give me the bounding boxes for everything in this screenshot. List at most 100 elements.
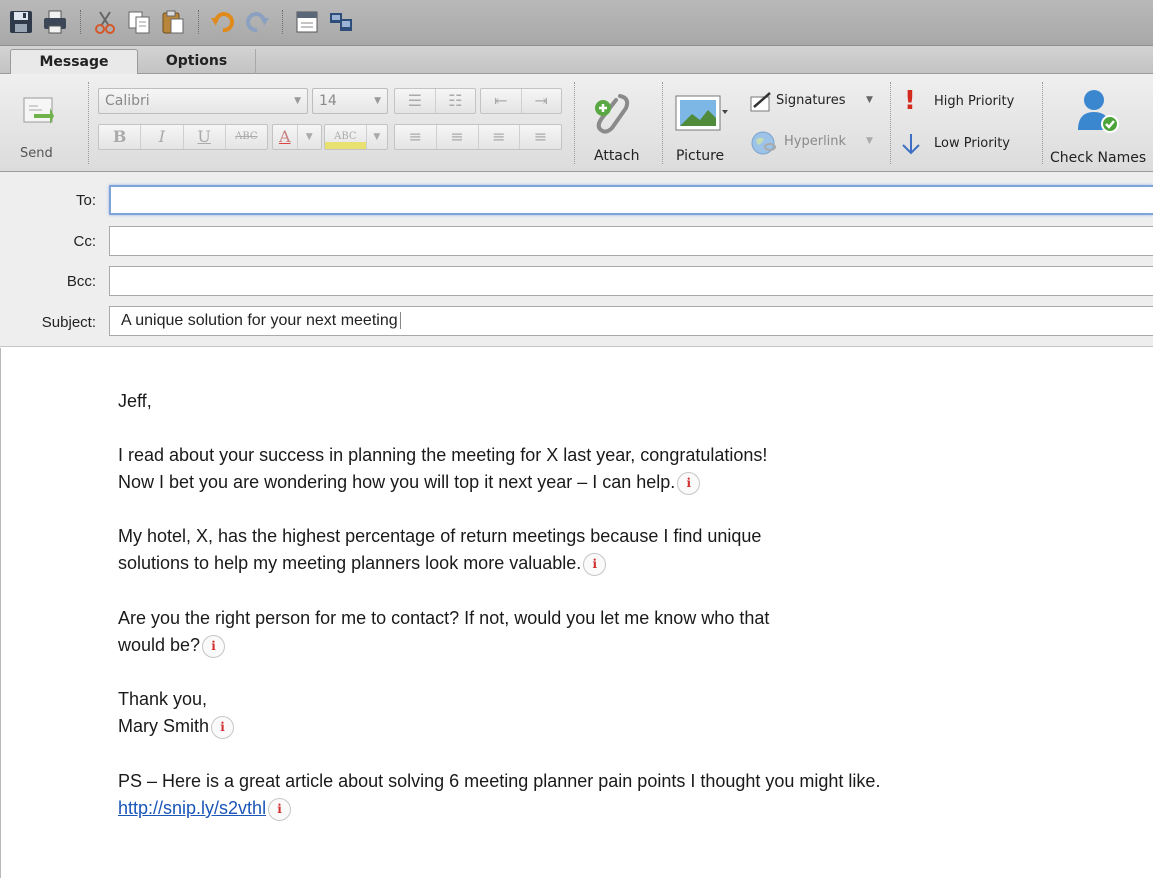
high-priority-label: High Priority xyxy=(934,94,1015,109)
paragraph-3: Are you the right person for me to conta… xyxy=(118,605,769,659)
paragraph-1-line-2: Now I bet you are wondering how you will… xyxy=(118,472,676,492)
picture-button[interactable]: Picture xyxy=(668,84,740,168)
to-label: To: xyxy=(75,192,96,209)
text-caret xyxy=(399,312,401,330)
postscript: PS – Here is a great article about solvi… xyxy=(118,768,880,822)
signature-name: Mary Smith xyxy=(118,716,210,736)
justify-icon[interactable]: ≡ xyxy=(520,125,561,149)
paragraph-3-line-2: would be? xyxy=(118,635,201,655)
paragraph-2: My hotel, X, has the highest percentage … xyxy=(118,523,761,577)
paragraph-2-line-1: My hotel, X, has the highest percentage … xyxy=(118,526,762,546)
tab-options[interactable]: Options xyxy=(138,49,256,75)
message-header: To: Cc: Bcc: Subject: A unique solution … xyxy=(0,172,1153,347)
info-icon[interactable]: i xyxy=(583,552,607,576)
picture-icon xyxy=(675,95,728,131)
ribbon: Send Calibri ▼ 14 ▼ ☰ ☷ ⇤ ⇥ B I U ABC A … xyxy=(0,74,1153,172)
low-priority-label: Low Priority xyxy=(934,136,1011,151)
greeting: Jeff, xyxy=(118,391,152,411)
chevron-down-icon: ▼ xyxy=(294,96,301,106)
underline-icon[interactable]: U xyxy=(184,125,226,149)
bullet-list-icon[interactable]: ☰ xyxy=(395,89,436,113)
increase-indent-icon[interactable]: ⇥ xyxy=(522,89,562,113)
address-book-icon[interactable] xyxy=(328,9,354,35)
font-name-select[interactable]: Calibri ▼ xyxy=(98,88,308,114)
paragraph-1: I read about your success in planning th… xyxy=(118,442,767,496)
sign-off: Thank you, Mary Smith i xyxy=(118,686,235,740)
globe-icon xyxy=(751,131,776,155)
to-field[interactable] xyxy=(109,185,1153,215)
redo-icon[interactable] xyxy=(244,9,270,35)
paste-icon[interactable] xyxy=(160,9,186,35)
font-size-select[interactable]: 14 ▼ xyxy=(312,88,388,114)
picture-label: Picture xyxy=(676,148,725,164)
send-button[interactable]: Send xyxy=(12,86,72,166)
chevron-down-icon: ▼ xyxy=(866,95,873,105)
high-priority-button[interactable]: ! High Priority xyxy=(898,86,1034,118)
font-size-value: 14 xyxy=(319,93,337,109)
subject-value: A unique solution for your next meeting xyxy=(121,312,398,329)
cc-field[interactable] xyxy=(109,226,1153,256)
subject-label: Subject: xyxy=(41,314,96,331)
copy-icon[interactable] xyxy=(126,9,152,35)
signatures-button[interactable]: Signatures ▼ xyxy=(750,90,880,118)
align-center-icon[interactable]: ≡ xyxy=(437,125,479,149)
calendar-icon[interactable] xyxy=(294,9,320,35)
send-icon xyxy=(23,97,54,124)
decrease-indent-icon[interactable]: ⇤ xyxy=(481,89,522,113)
quick-access-toolbar xyxy=(0,0,1153,46)
article-link[interactable]: http://snip.ly/s2vthl xyxy=(118,798,266,818)
message-body[interactable]: Jeff, I read about your success in plann… xyxy=(0,348,1153,878)
font-color-icon: A xyxy=(273,125,298,149)
low-priority-button[interactable]: Low Priority xyxy=(898,130,1034,160)
chevron-down-icon: ▼ xyxy=(305,132,313,142)
undo-icon[interactable] xyxy=(210,9,236,35)
signature-pen-icon xyxy=(750,92,771,112)
person-check-icon xyxy=(1078,90,1119,133)
postscript-text: PS – Here is a great article about solvi… xyxy=(118,771,881,791)
font-name-value: Calibri xyxy=(105,93,150,109)
bold-icon[interactable]: B xyxy=(99,125,142,149)
paragraph-3-line-1: Are you the right person for me to conta… xyxy=(118,608,770,628)
alignment-buttons: ≡ ≡ ≡ ≡ xyxy=(394,124,562,150)
check-names-label: Check Names xyxy=(1050,150,1147,166)
attach-label: Attach xyxy=(594,148,640,164)
cut-icon[interactable] xyxy=(92,9,118,35)
bcc-label: Bcc: xyxy=(66,273,96,290)
paragraph-2-line-2: solutions to help my meeting planners lo… xyxy=(118,553,582,573)
tab-message[interactable]: Message xyxy=(10,49,138,75)
attach-button[interactable]: Attach xyxy=(582,84,652,168)
highlight-button[interactable]: ABC ▼ xyxy=(324,124,388,150)
bcc-field[interactable] xyxy=(109,266,1153,296)
italic-icon[interactable]: I xyxy=(141,125,184,149)
save-icon[interactable] xyxy=(8,9,34,35)
paperclip-icon xyxy=(595,94,630,134)
check-names-button[interactable]: Check Names xyxy=(1046,84,1153,168)
info-icon[interactable]: i xyxy=(268,797,292,821)
send-label: Send xyxy=(20,146,53,161)
strikethrough-icon[interactable]: ABC xyxy=(226,125,267,149)
subject-field[interactable]: A unique solution for your next meeting xyxy=(109,306,1153,336)
align-right-icon[interactable]: ≡ xyxy=(479,125,521,149)
info-icon[interactable]: i xyxy=(211,715,235,739)
list-buttons: ☰ ☷ xyxy=(394,88,476,114)
highlight-icon: ABC xyxy=(325,125,367,149)
closing-line: Thank you, xyxy=(118,689,208,709)
ribbon-tab-bar: Message Options xyxy=(0,46,1153,75)
align-left-icon[interactable]: ≡ xyxy=(395,125,437,149)
numbered-list-icon[interactable]: ☷ xyxy=(436,89,476,113)
indent-buttons: ⇤ ⇥ xyxy=(480,88,562,114)
hyperlink-button[interactable]: Hyperlink ▼ xyxy=(750,130,880,158)
hyperlink-label: Hyperlink xyxy=(784,134,847,149)
info-icon[interactable]: i xyxy=(677,471,701,495)
chevron-down-icon: ▼ xyxy=(866,136,873,146)
chevron-down-icon: ▼ xyxy=(374,96,381,106)
signatures-label: Signatures xyxy=(776,93,846,108)
paragraph-1-line-1: I read about your success in planning th… xyxy=(118,445,768,465)
info-icon[interactable]: i xyxy=(202,634,226,658)
font-color-button[interactable]: A ▼ xyxy=(272,124,322,150)
chevron-down-icon: ▼ xyxy=(373,132,381,142)
arrow-down-icon xyxy=(902,134,920,155)
exclamation-icon: ! xyxy=(904,86,916,116)
cc-label: Cc: xyxy=(73,233,97,250)
print-icon[interactable] xyxy=(42,9,68,35)
